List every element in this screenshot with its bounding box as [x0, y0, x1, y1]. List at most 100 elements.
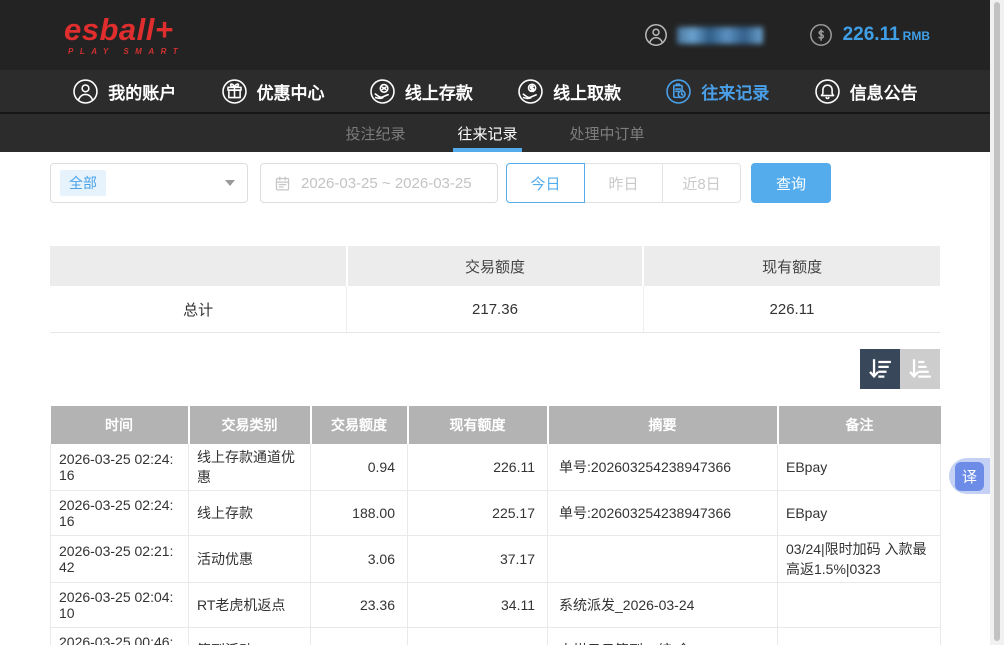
cell-transaction-type: RT老虎机返点 — [189, 583, 311, 628]
table-row: 2026-03-25 02:04:10 RT老虎机返点 23.36 34.11 … — [51, 583, 941, 628]
period-button-today[interactable]: 今日 — [506, 163, 585, 203]
tab-label: 处理中订单 — [570, 123, 645, 144]
nav-label: 优惠中心 — [257, 79, 325, 104]
translate-widget[interactable]: 译 — [949, 458, 990, 494]
cell-summary: 电棋日日签到A*综-全_0324 — [548, 628, 778, 645]
date-range-input[interactable]: 2026-03-25 ~ 2026-03-25 — [260, 163, 498, 203]
cell-transaction-amount: 23.36 — [311, 583, 408, 628]
dollar-coin-icon[interactable] — [809, 23, 833, 47]
withdraw-coin-hand-icon — [517, 78, 544, 105]
logo-text: esball+ — [64, 14, 184, 45]
tab-betting-records[interactable]: 投注纪录 — [343, 114, 407, 152]
sort-ascending-button[interactable] — [900, 349, 940, 389]
summary-current-balance: 226.11 — [643, 286, 940, 333]
cell-transaction-amount: 0.94 — [311, 444, 408, 491]
cell-remark: 03/24|限时加码 入款最高返1.5%|0323 — [778, 536, 941, 583]
nav-label: 线上存款 — [405, 79, 473, 104]
sort-descending-button[interactable] — [860, 349, 900, 389]
translate-button[interactable]: 译 — [955, 462, 984, 491]
cell-transaction-amount: 2.00 — [311, 628, 408, 645]
cell-remark — [778, 583, 941, 628]
nav-label: 我的账户 — [108, 79, 176, 104]
cell-time: 2026-03-25 02:24:16 — [51, 491, 189, 536]
tab-transaction-records[interactable]: 往来记录 — [455, 114, 519, 152]
cell-current-balance: 225.17 — [408, 491, 548, 536]
tab-pending-orders[interactable]: 处理中订单 — [568, 114, 647, 152]
user-circle-icon — [72, 78, 99, 105]
filter-row: 全部 2026-03-25 ~ 2026-03-25 今日 昨日 近8日 查询 — [50, 163, 940, 203]
cell-time: 2026-03-25 02:24:16 — [51, 444, 189, 491]
search-button[interactable]: 查询 — [751, 163, 831, 203]
sub-nav: 投注纪录 往来记录 处理中订单 — [0, 112, 990, 152]
nav-item-transaction-records[interactable]: 往来记录 — [665, 78, 769, 105]
nav-item-online-withdrawal[interactable]: 线上取款 — [517, 78, 621, 105]
balance-currency: RMB — [903, 29, 930, 43]
sort-controls — [50, 349, 940, 389]
period-button-yesterday[interactable]: 昨日 — [584, 163, 663, 203]
nav-item-online-deposit[interactable]: 线上存款 — [369, 78, 473, 105]
date-range-value: 2026-03-25 ~ 2026-03-25 — [301, 175, 472, 192]
brand-logo[interactable]: esball+ PLAY SMART — [64, 14, 184, 56]
nav-item-my-account[interactable]: 我的账户 — [72, 78, 176, 105]
calendar-icon — [274, 175, 291, 192]
sort-ascending-icon — [907, 356, 933, 382]
logo-tagline: PLAY SMART — [68, 48, 184, 56]
records-header-row: 时间 交易类别 交易额度 现有额度 摘要 备注 — [51, 406, 941, 444]
user-area: 226.11RMB — [644, 23, 930, 47]
records-table-body: 2026-03-25 02:24:16 线上存款通道优惠 0.94 226.11… — [51, 444, 941, 645]
type-select-value: 全部 — [60, 170, 106, 196]
nav-label: 往来记录 — [701, 79, 769, 104]
balance-amount: 226.11 — [843, 24, 900, 45]
cell-transaction-type: 线上存款通道优惠 — [189, 444, 311, 491]
period-button-last8days[interactable]: 近8日 — [662, 163, 741, 203]
summary-total-row: 总计 217.36 226.11 — [50, 286, 940, 333]
gift-icon — [221, 78, 248, 105]
col-summary: 摘要 — [548, 406, 778, 444]
cell-remark — [778, 628, 941, 645]
nav-label: 信息公告 — [850, 79, 918, 104]
user-icon[interactable] — [644, 23, 668, 47]
type-select[interactable]: 全部 — [50, 163, 248, 203]
deposit-coin-hand-icon — [369, 78, 396, 105]
nav-label: 线上取款 — [553, 79, 621, 104]
col-time: 时间 — [51, 406, 189, 444]
cell-time: 2026-03-25 00:46:03 — [51, 628, 189, 645]
username-masked[interactable] — [677, 27, 763, 44]
cell-current-balance: 34.11 — [408, 583, 548, 628]
cell-remark: EBpay — [778, 491, 941, 536]
summary-total-label: 总计 — [50, 286, 347, 333]
balance-display: 226.11RMB — [843, 24, 930, 46]
summary-header-row: 交易额度 现有额度 — [50, 246, 940, 286]
cell-summary: 系统派发_2026-03-24 — [548, 583, 778, 628]
cell-transaction-type: 活动优惠 — [189, 536, 311, 583]
col-remark: 备注 — [778, 406, 941, 444]
chevron-down-icon — [225, 180, 235, 186]
table-row: 2026-03-25 00:46:03 签到活动 2.00 10.75 电棋日日… — [51, 628, 941, 645]
table-row: 2026-03-25 02:24:16 线上存款通道优惠 0.94 226.11… — [51, 444, 941, 491]
scrollbar-thumb[interactable] — [994, 2, 1000, 641]
summary-table: 交易额度 现有额度 总计 217.36 226.11 — [50, 246, 940, 333]
summary-transaction-total: 217.36 — [347, 286, 644, 333]
scrollbar[interactable] — [990, 0, 1004, 645]
cell-current-balance: 10.75 — [408, 628, 548, 645]
cell-time: 2026-03-25 02:21:42 — [51, 536, 189, 583]
cell-summary: 单号:202603254238947366 — [548, 491, 778, 536]
cell-summary — [548, 536, 778, 583]
cell-transaction-amount: 188.00 — [311, 491, 408, 536]
table-row: 2026-03-25 02:21:42 活动优惠 3.06 37.17 03/2… — [51, 536, 941, 583]
sort-descending-icon — [867, 356, 893, 382]
cell-transaction-type: 签到活动 — [189, 628, 311, 645]
summary-col-empty — [50, 246, 347, 286]
cell-current-balance: 226.11 — [408, 444, 548, 491]
cell-current-balance: 37.17 — [408, 536, 548, 583]
nav-item-announcements[interactable]: 信息公告 — [814, 78, 918, 105]
col-current-balance: 现有额度 — [408, 406, 548, 444]
cell-transaction-type: 线上存款 — [189, 491, 311, 536]
records-clipboard-clock-icon — [665, 78, 692, 105]
period-button-group: 今日 昨日 近8日 — [506, 163, 741, 203]
bell-icon — [814, 78, 841, 105]
main-nav: 我的账户 优惠中心 — [0, 70, 990, 112]
tab-label: 投注纪录 — [345, 123, 405, 144]
nav-item-promotions[interactable]: 优惠中心 — [221, 78, 325, 105]
records-table: 时间 交易类别 交易额度 现有额度 摘要 备注 2026-03-25 02:24… — [50, 406, 941, 645]
